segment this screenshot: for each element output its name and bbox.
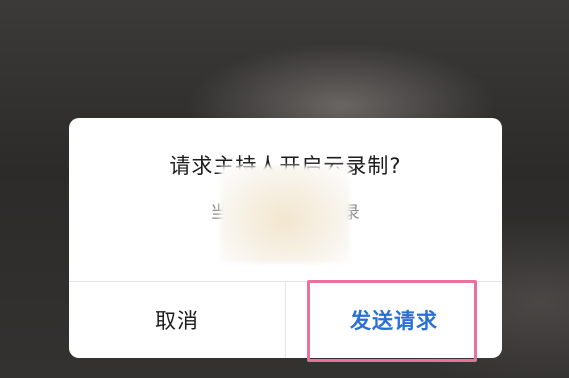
screen-background: 请求主持人开启云录制? 当前会议 进行云录 取消 发送请求 — [0, 0, 569, 378]
privacy-blur-mask — [220, 166, 350, 263]
cancel-button[interactable]: 取消 — [69, 282, 285, 358]
record-request-dialog: 请求主持人开启云录制? 当前会议 进行云录 取消 发送请求 — [69, 118, 502, 358]
send-request-button[interactable]: 发送请求 — [286, 282, 502, 358]
